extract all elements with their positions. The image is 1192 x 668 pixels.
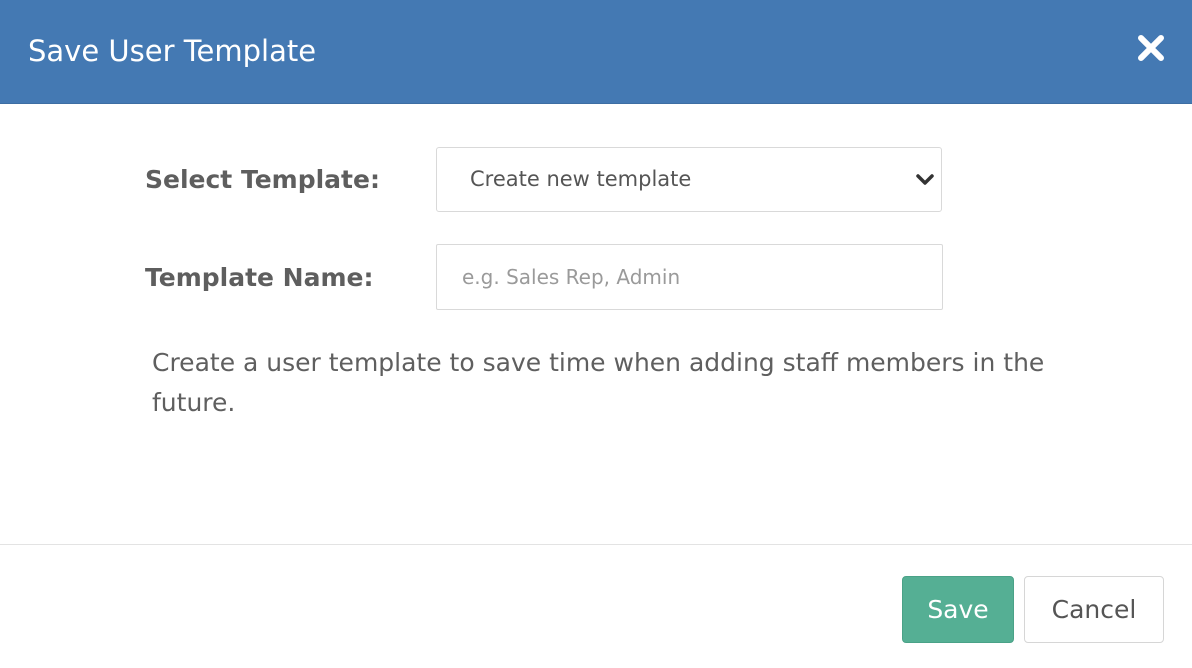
chevron-down-icon — [916, 174, 934, 185]
template-select[interactable]: Create new template — [436, 147, 942, 212]
footer-divider — [0, 544, 1192, 545]
help-text: Create a user template to save time when… — [152, 348, 1045, 417]
cancel-button[interactable]: Cancel — [1024, 576, 1164, 643]
template-name-label: Template Name: — [145, 263, 374, 292]
close-icon — [1138, 35, 1164, 61]
save-button[interactable]: Save — [902, 576, 1014, 643]
template-select-value: Create new template — [470, 167, 692, 191]
save-user-template-dialog: Save User Template Select Template: Crea… — [0, 0, 1192, 668]
select-template-label: Select Template: — [145, 165, 380, 194]
modal-header: Save User Template — [0, 0, 1192, 104]
close-button[interactable] — [1136, 33, 1166, 63]
template-name-input[interactable] — [436, 244, 943, 310]
modal-title: Save User Template — [28, 34, 317, 68]
